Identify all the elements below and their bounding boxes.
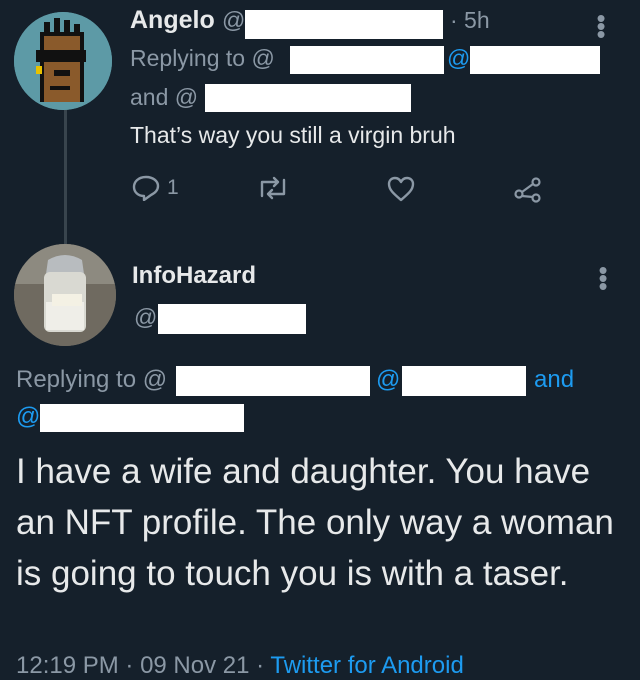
- redacted-handle: [402, 366, 526, 396]
- more-options-icon[interactable]: • • •: [598, 257, 608, 299]
- salt-shaker-avatar-icon: [14, 244, 116, 346]
- redacted-handle: [205, 84, 411, 112]
- tweet-meta: 12:19 PM · 09 Nov 21 · Twitter for Andro…: [16, 652, 464, 680]
- tweet-text: I have a wife and daughter. You have an …: [16, 452, 614, 593]
- share-icon[interactable]: [513, 174, 543, 204]
- avatar[interactable]: [14, 244, 116, 346]
- redacted-handle: [290, 46, 444, 74]
- pixel-punk-avatar-icon: [14, 12, 112, 110]
- retweet-icon[interactable]: [256, 176, 290, 200]
- redacted-handle: [176, 366, 370, 396]
- author-name[interactable]: InfoHazard: [132, 262, 256, 290]
- like-icon[interactable]: [386, 175, 416, 203]
- separator: ·: [249, 652, 271, 679]
- redacted-handle: [470, 46, 600, 74]
- more-options-icon[interactable]: • • •: [596, 5, 606, 47]
- tweet-date[interactable]: 09 Nov 21: [140, 652, 249, 679]
- separator: ·: [118, 652, 141, 679]
- replying-to-label: Replying to @: [16, 366, 168, 393]
- replying-to-label: Replying to @: [130, 45, 275, 71]
- tweet-time[interactable]: · 5h: [450, 7, 490, 34]
- mention-link[interactable]: @: [16, 403, 40, 431]
- tweet-time[interactable]: 12:19 PM: [16, 652, 119, 679]
- redacted-handle: [40, 404, 244, 432]
- mention-link[interactable]: @: [447, 45, 470, 72]
- mention-link[interactable]: @: [376, 366, 400, 394]
- handle-prefix[interactable]: @: [134, 304, 157, 331]
- tweet-text: That’s way you still a virgin bruh: [130, 122, 456, 148]
- and-label[interactable]: and: [534, 366, 574, 394]
- tweet-source[interactable]: Twitter for Android: [270, 652, 463, 679]
- reply-icon[interactable]: [132, 175, 160, 201]
- author-name[interactable]: Angelo: [130, 6, 215, 35]
- and-mention-label[interactable]: and @: [130, 84, 198, 111]
- reply-count: 1: [167, 176, 179, 199]
- redacted-handle: [158, 304, 306, 334]
- redacted-handle: [245, 10, 443, 39]
- handle-prefix[interactable]: @: [222, 7, 245, 34]
- avatar[interactable]: [14, 12, 112, 110]
